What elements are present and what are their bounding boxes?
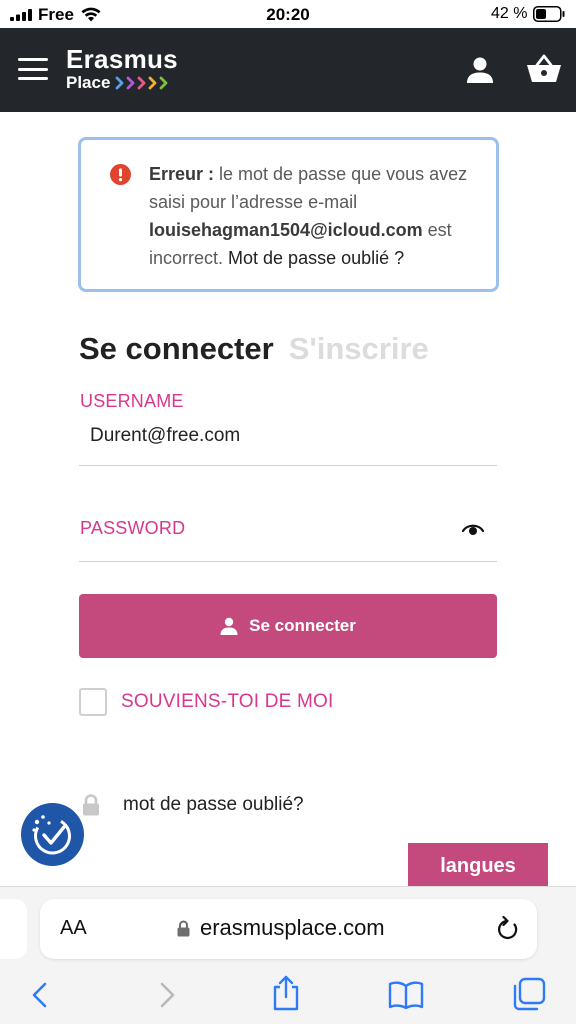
url-text[interactable]: erasmusplace.com [200,915,385,941]
logo-subtitle: Place [66,73,111,92]
tab-login[interactable]: Se connecter [79,331,274,367]
password-field: PASSWORD [79,498,497,562]
clock: 20:20 [266,5,310,24]
address-bar[interactable]: AA erasmusplace.com [40,899,537,959]
tab-register[interactable]: S'inscrire [289,331,429,367]
error-prefix: Erreur : [149,164,215,184]
username-field: USERNAME [79,387,497,466]
lock-icon [177,920,190,937]
tabs-icon[interactable] [512,977,546,1011]
error-alert: Erreur : le mot de passe que vous avez s… [78,137,499,292]
battery-icon [533,6,565,22]
username-label: USERNAME [80,391,184,411]
site-header: Erasmus Place [0,28,576,112]
remember-me[interactable]: SOUVIENS-TOI DE MOI [79,688,333,716]
login-submit-label: Se connecter [249,616,356,635]
user-icon[interactable] [466,56,494,84]
hamburger-menu-icon[interactable] [18,58,48,80]
eye-icon[interactable] [462,522,484,536]
password-input[interactable] [79,518,459,548]
language-button[interactable]: langues [408,843,548,889]
error-message: Erreur : le mot de passe que vous avez s… [149,160,479,272]
remember-me-label[interactable]: SOUVIENS-TOI DE MOI [121,691,333,713]
login-submit-button[interactable]: Se connecter [79,594,497,658]
reload-icon[interactable] [495,915,519,941]
previous-tab-preview[interactable] [0,899,27,959]
browser-toolbar: AA erasmusplace.com [0,886,576,1024]
forgot-password-alert-link[interactable]: Mot de passe oublié ? [228,248,404,268]
logo-arrows-icon [116,76,168,90]
auth-tabs: Se connecter S'inscrire [79,331,429,375]
error-email: louisehagman1504@icloud.com [149,220,423,240]
back-icon[interactable] [26,980,56,1010]
user-icon [220,617,238,635]
text-size-button[interactable]: AA [60,917,87,940]
erasmus-place-logo[interactable]: Erasmus Place [66,46,178,94]
share-icon[interactable] [270,975,302,1011]
basket-icon[interactable] [526,54,562,84]
status-bar: Free 20:20 42 % [0,0,576,28]
battery-percentage: 42 % [491,5,528,22]
forward-icon[interactable] [151,980,181,1010]
accessibility-check-icon [32,815,71,855]
accessibility-widget-button[interactable] [21,803,84,866]
lock-icon [83,794,99,816]
remember-me-checkbox[interactable] [79,688,107,716]
logo-wordmark: Erasmus [66,44,178,74]
bookmarks-icon[interactable] [388,980,424,1010]
error-icon [110,164,131,185]
username-input[interactable] [79,421,459,451]
forgot-password-link[interactable]: mot de passe oublié? [123,794,304,816]
